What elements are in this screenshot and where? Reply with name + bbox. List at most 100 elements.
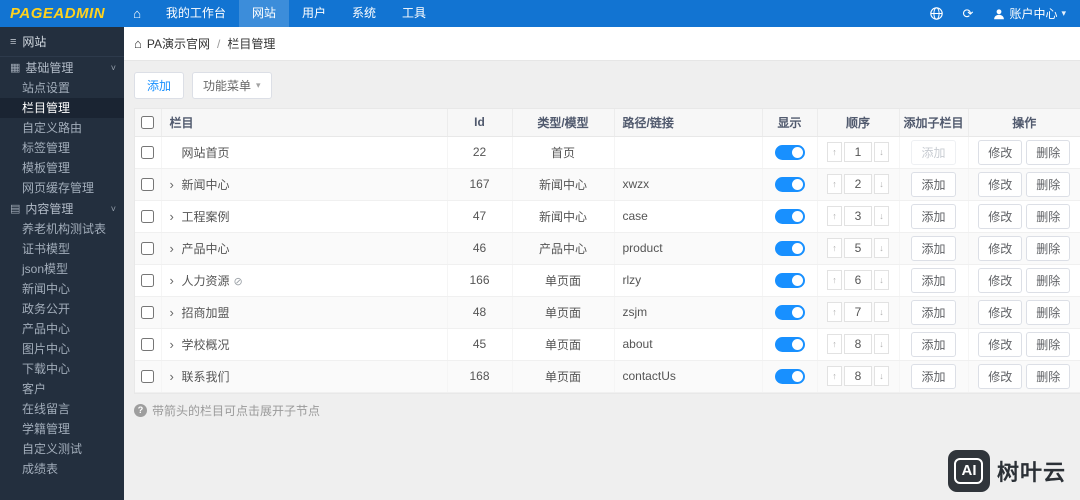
visible-toggle[interactable]: [774, 176, 805, 192]
column-name[interactable]: 产品中心: [182, 242, 230, 256]
sidebar-item[interactable]: 养老机构测试表: [0, 219, 124, 239]
sidebar-item[interactable]: 下载中心: [0, 359, 124, 379]
function-menu-button[interactable]: 功能菜单 ▾: [192, 72, 272, 99]
topnav-item[interactable]: 工具: [389, 0, 439, 27]
sidebar-section-header[interactable]: ▦ 基础管理 ˅: [0, 57, 124, 78]
sidebar-item[interactable]: 图片中心: [0, 339, 124, 359]
delete-button[interactable]: 删除: [1026, 171, 1071, 197]
expand-arrow-icon[interactable]: ›: [170, 209, 178, 224]
order-down-button[interactable]: ↓: [874, 270, 889, 290]
order-down-button[interactable]: ↓: [874, 206, 889, 226]
order-up-button[interactable]: ↑: [827, 142, 842, 162]
edit-button[interactable]: 修改: [978, 203, 1023, 229]
order-down-button[interactable]: ↓: [874, 334, 889, 354]
sidebar-section-header[interactable]: ▤ 内容管理 ˅: [0, 198, 124, 219]
breadcrumb-home-icon[interactable]: ⌂: [134, 36, 142, 51]
sidebar-item[interactable]: 自定义测试: [0, 439, 124, 459]
expand-arrow-icon[interactable]: ›: [170, 241, 178, 256]
order-value[interactable]: 1: [844, 142, 872, 162]
delete-button[interactable]: 删除: [1026, 203, 1071, 229]
column-name[interactable]: 网站首页: [182, 146, 230, 160]
row-checkbox[interactable]: [141, 306, 155, 320]
column-name[interactable]: 联系我们: [182, 370, 230, 384]
order-up-button[interactable]: ↑: [827, 270, 842, 290]
sidebar-item[interactable]: 成绩表: [0, 459, 124, 479]
order-down-button[interactable]: ↓: [874, 366, 889, 386]
sidebar-item[interactable]: 客户: [0, 379, 124, 399]
column-name[interactable]: 人力资源: [182, 274, 230, 288]
row-checkbox[interactable]: [141, 146, 155, 160]
sidebar-item[interactable]: 标签管理: [0, 138, 124, 158]
order-down-button[interactable]: ↓: [874, 302, 889, 322]
row-checkbox[interactable]: [141, 370, 155, 384]
row-checkbox[interactable]: [141, 210, 155, 224]
sidebar-item[interactable]: 网页缓存管理: [0, 178, 124, 198]
topnav-item[interactable]: 网站: [238, 0, 289, 27]
add-child-button[interactable]: 添加: [911, 203, 956, 229]
sidebar-item[interactable]: 自定义路由: [0, 118, 124, 138]
sidebar-item[interactable]: 产品中心: [0, 319, 124, 339]
edit-button[interactable]: 修改: [978, 363, 1023, 389]
order-value[interactable]: 7: [844, 302, 872, 322]
order-value[interactable]: 8: [844, 334, 872, 354]
visible-toggle[interactable]: [774, 144, 805, 160]
topnav-item[interactable]: 我的工作台: [153, 0, 239, 27]
visible-toggle[interactable]: [774, 240, 805, 256]
delete-button[interactable]: 删除: [1026, 363, 1071, 389]
sidebar-item[interactable]: 栏目管理: [0, 98, 124, 118]
delete-button[interactable]: 删除: [1026, 235, 1071, 261]
sidebar-item[interactable]: 证书模型: [0, 239, 124, 259]
globe-icon[interactable]: [929, 7, 943, 20]
delete-button[interactable]: 删除: [1026, 299, 1071, 325]
visible-toggle[interactable]: [774, 208, 805, 224]
order-up-button[interactable]: ↑: [827, 366, 842, 386]
breadcrumb-site[interactable]: PA演示官网: [147, 35, 210, 52]
edit-button[interactable]: 修改: [978, 331, 1023, 357]
row-checkbox[interactable]: [141, 338, 155, 352]
edit-button[interactable]: 修改: [978, 235, 1023, 261]
refresh-icon[interactable]: ⟳: [963, 6, 974, 22]
edit-button[interactable]: 修改: [978, 299, 1023, 325]
column-name[interactable]: 新闻中心: [182, 178, 230, 192]
order-up-button[interactable]: ↑: [827, 238, 842, 258]
order-up-button[interactable]: ↑: [827, 302, 842, 322]
row-checkbox[interactable]: [141, 274, 155, 288]
delete-button[interactable]: 删除: [1026, 267, 1071, 293]
visible-toggle[interactable]: [774, 336, 805, 352]
visible-toggle[interactable]: [774, 368, 805, 384]
column-name[interactable]: 招商加盟: [182, 306, 230, 320]
add-child-button[interactable]: 添加: [911, 171, 956, 197]
expand-arrow-icon[interactable]: ›: [170, 369, 178, 384]
column-name[interactable]: 学校概况: [182, 338, 230, 352]
sidebar-item[interactable]: 学籍管理: [0, 419, 124, 439]
delete-button[interactable]: 删除: [1026, 139, 1071, 165]
row-checkbox[interactable]: [141, 242, 155, 256]
sidebar-item[interactable]: 模板管理: [0, 158, 124, 178]
order-value[interactable]: 2: [844, 174, 872, 194]
order-down-button[interactable]: ↓: [874, 174, 889, 194]
order-up-button[interactable]: ↑: [827, 206, 842, 226]
row-checkbox[interactable]: [141, 178, 155, 192]
edit-button[interactable]: 修改: [978, 171, 1023, 197]
topnav-item[interactable]: 用户: [289, 0, 339, 27]
topnav-item[interactable]: 系统: [339, 0, 389, 27]
edit-button[interactable]: 修改: [978, 267, 1023, 293]
account-menu[interactable]: 账户中心 ▾: [993, 5, 1066, 22]
sidebar-title[interactable]: ≡ 网站: [0, 27, 124, 57]
visible-toggle[interactable]: [774, 272, 805, 288]
add-child-button[interactable]: 添加: [911, 299, 956, 325]
delete-button[interactable]: 删除: [1026, 331, 1071, 357]
order-value[interactable]: 6: [844, 270, 872, 290]
expand-arrow-icon[interactable]: ›: [170, 305, 178, 320]
add-child-button[interactable]: 添加: [911, 139, 956, 165]
order-value[interactable]: 3: [844, 206, 872, 226]
sidebar-item[interactable]: 站点设置: [0, 78, 124, 98]
column-name[interactable]: 工程案例: [182, 210, 230, 224]
order-value[interactable]: 5: [844, 238, 872, 258]
order-up-button[interactable]: ↑: [827, 174, 842, 194]
expand-arrow-icon[interactable]: ›: [170, 337, 178, 352]
edit-button[interactable]: 修改: [978, 139, 1023, 165]
add-button[interactable]: 添加: [134, 72, 185, 99]
order-value[interactable]: 8: [844, 366, 872, 386]
add-child-button[interactable]: 添加: [911, 331, 956, 357]
